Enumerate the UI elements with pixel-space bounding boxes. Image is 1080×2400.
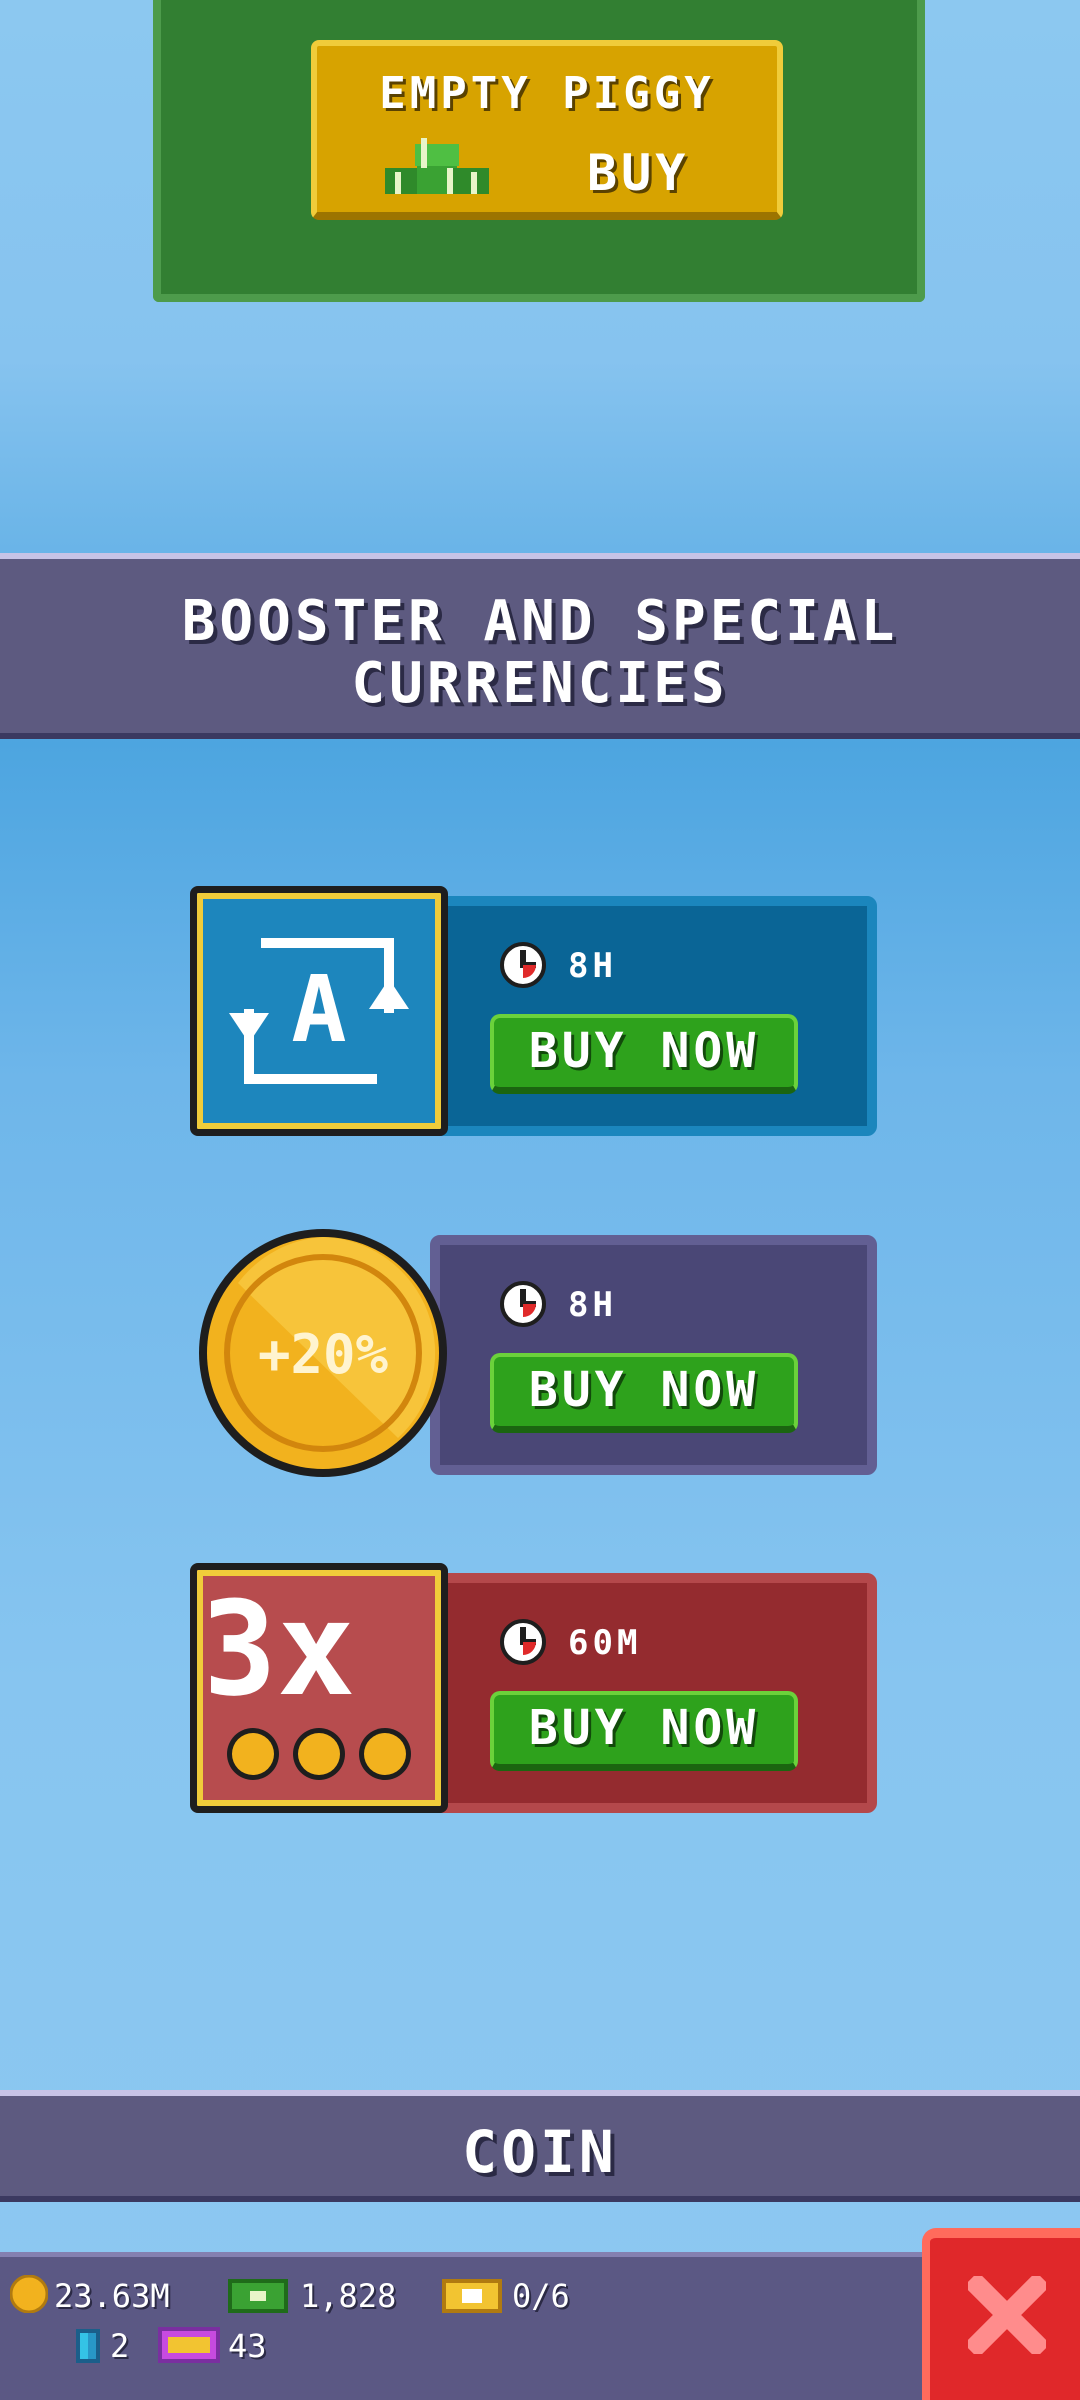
booster-title-line2: CURRENCIES <box>351 651 729 716</box>
booster-card: 60M BUY NOW <box>430 1573 877 1813</box>
auto-collect-icon: A <box>229 938 409 1084</box>
booster-title-line1: BOOSTER AND SPECIAL <box>181 589 899 654</box>
booster-duration: 8H <box>568 1285 617 1325</box>
timer-icon <box>500 942 546 988</box>
piggy-bank-panel: EMPTY PIGGY BUY <box>153 0 925 302</box>
triple-coin-badge-text: 3x <box>211 1584 355 1725</box>
timer-icon <box>500 1281 546 1327</box>
coin-boost-badge-text: +20% <box>258 1323 389 1386</box>
buy-now-button[interactable]: BUY NOW <box>490 1353 798 1433</box>
auto-collect-tile: A <box>190 886 448 1136</box>
booster-duration: 8H <box>568 946 617 986</box>
gem-icon <box>76 2329 100 2363</box>
triple-coin-tile: 3x <box>190 1563 448 1813</box>
piggy-buy-label: BUY <box>587 144 690 202</box>
booster-row-triple-coin: 60M BUY NOW 3x <box>190 1563 890 1813</box>
triple-coin-icon: 3x <box>211 1584 411 1780</box>
booster-card: 8H BUY NOW <box>430 896 877 1136</box>
cash-stack-icon <box>385 138 489 194</box>
buy-now-button[interactable]: BUY NOW <box>490 1014 798 1094</box>
close-button[interactable] <box>922 2228 1080 2400</box>
vip-value: 43 <box>228 2327 267 2365</box>
booster-row-coin-boost: 8H BUY NOW +20% <box>190 1225 890 1477</box>
piggy-title: EMPTY PIGGY <box>379 68 715 119</box>
ticket-icon <box>442 2279 502 2313</box>
booster-duration: 60M <box>568 1623 642 1663</box>
coin-boost-icon: +20% <box>199 1229 447 1477</box>
empty-piggy-buy-button[interactable]: EMPTY PIGGY BUY <box>311 40 783 220</box>
vip-ticket-icon <box>158 2327 220 2363</box>
gems-value: 2 <box>110 2327 130 2365</box>
close-icon <box>968 2276 1046 2354</box>
tickets-value: 0/6 <box>512 2277 570 2315</box>
coins-value: 23.63M <box>54 2277 170 2315</box>
svg-text:A: A <box>291 956 346 1063</box>
booster-section-title: BOOSTER AND SPECIAL CURRENCIES <box>0 591 1080 715</box>
timer-icon <box>500 1619 546 1665</box>
coin-section-header: COIN <box>0 2090 1080 2202</box>
cash-icon <box>228 2279 288 2313</box>
booster-card: 8H BUY NOW <box>430 1235 877 1475</box>
coin-icon <box>10 2275 48 2313</box>
booster-section-header: BOOSTER AND SPECIAL CURRENCIES <box>0 553 1080 739</box>
resource-bar: 23.63M 1,828 0/6 2 43 <box>0 2252 930 2400</box>
booster-row-auto: 8H BUY NOW A <box>190 886 890 1136</box>
cash-value: 1,828 <box>300 2277 397 2315</box>
coin-section-title: COIN <box>462 2118 618 2186</box>
buy-now-button[interactable]: BUY NOW <box>490 1691 798 1771</box>
